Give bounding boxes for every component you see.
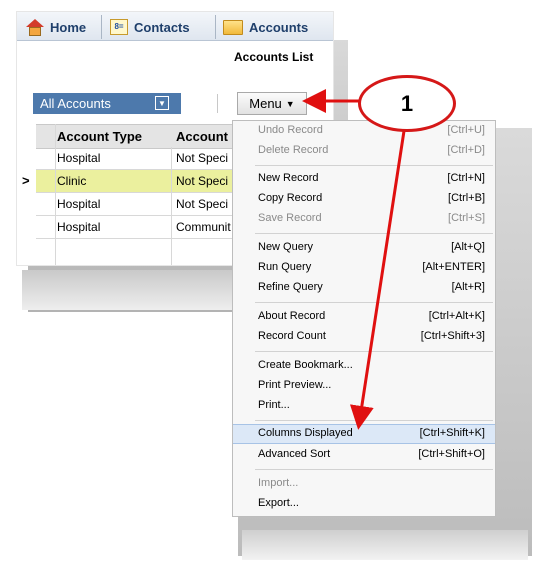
arrow-to-columns-displayed	[349, 130, 406, 430]
callout-arrows	[302, 89, 406, 430]
callout-badge: 1	[358, 75, 456, 132]
callout-number: 1	[400, 90, 414, 116]
